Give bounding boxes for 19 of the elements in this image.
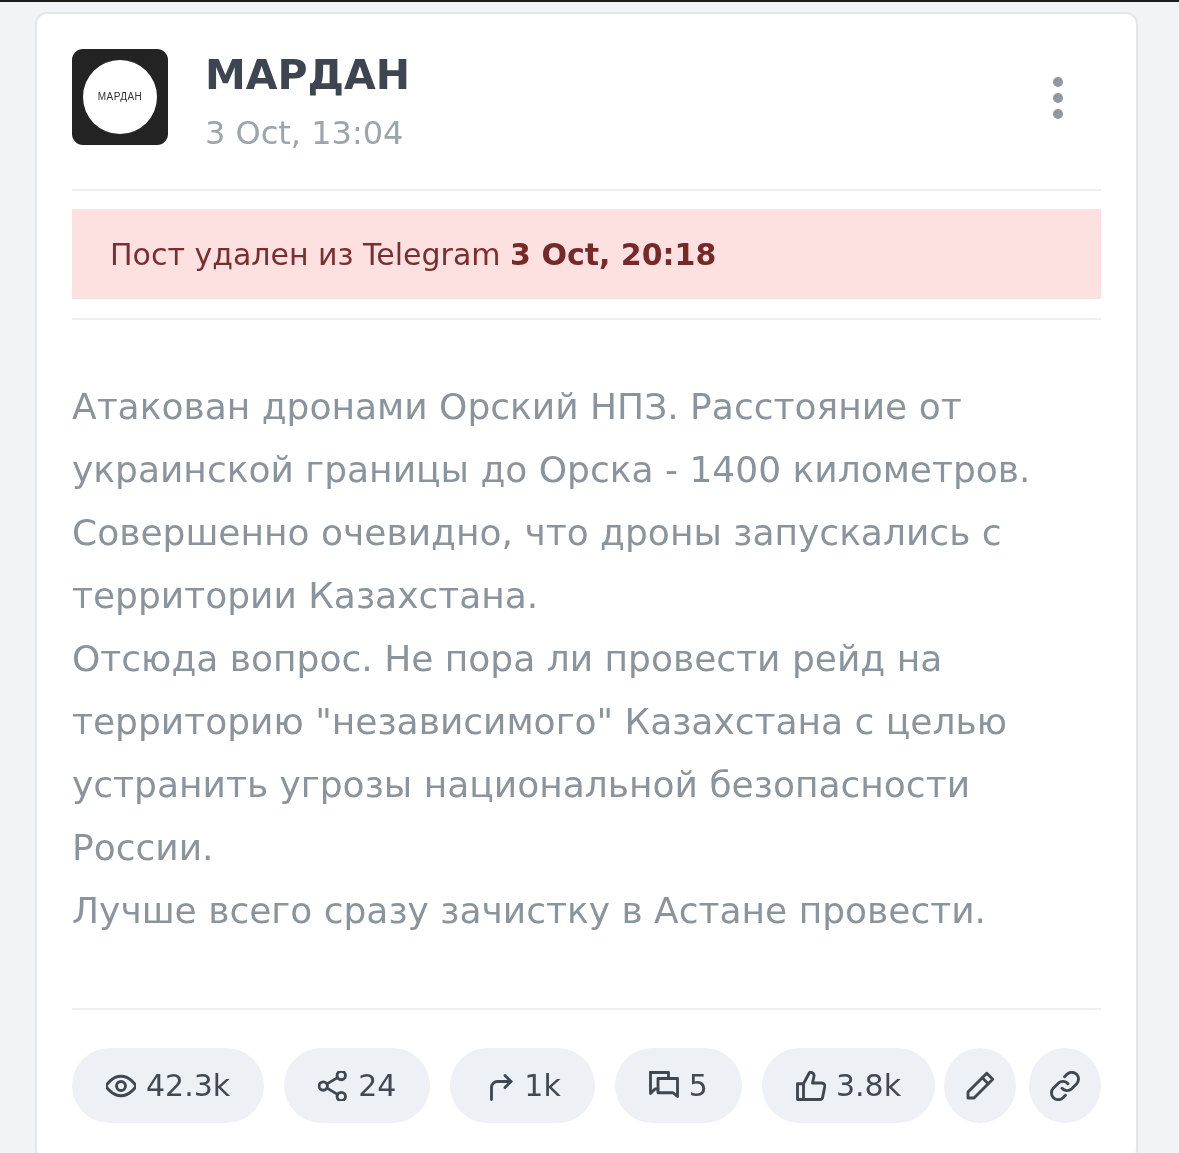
link-icon [1050,1070,1080,1101]
logo-text: МАРДАН [97,92,143,102]
channel-name: МАРДАН [205,50,411,101]
thumbs-up-icon [795,1070,826,1101]
more-vertical-icon [1052,76,1064,120]
notice-text: Пост удален из Telegram 3 Oct, 20:18 [110,236,717,272]
pencil-icon [965,1070,995,1101]
comments-button[interactable]: 5 [614,1048,742,1123]
chat-bubbles-icon [648,1070,679,1101]
post-date: 3 Oct, 13:04 [205,113,404,154]
shares-button[interactable]: 24 [284,1048,431,1123]
message-paragraph: Отсюда вопрос. Не пора ли провести рейд на территорию "независимого" Казахстана с целью устранить угрозы национальной безопасности России. [72,637,1008,870]
forwards-button[interactable]: 1k [450,1048,595,1123]
share-icon [318,1070,349,1101]
message-paragraph: Лучше всего сразу зачистку в Астане провести. [72,889,988,933]
message-paragraph: Атакован дронами Орский НПЗ. Расстояние от украинской границы до Орска - 1400 километров. Совершенно очевидно, что дроны запускались с территории Казахстана. [72,385,1032,618]
views-button[interactable]: 42.3k [72,1048,265,1123]
more-button[interactable] [1052,76,1064,120]
reactions-button[interactable]: 3.8k [761,1048,935,1123]
